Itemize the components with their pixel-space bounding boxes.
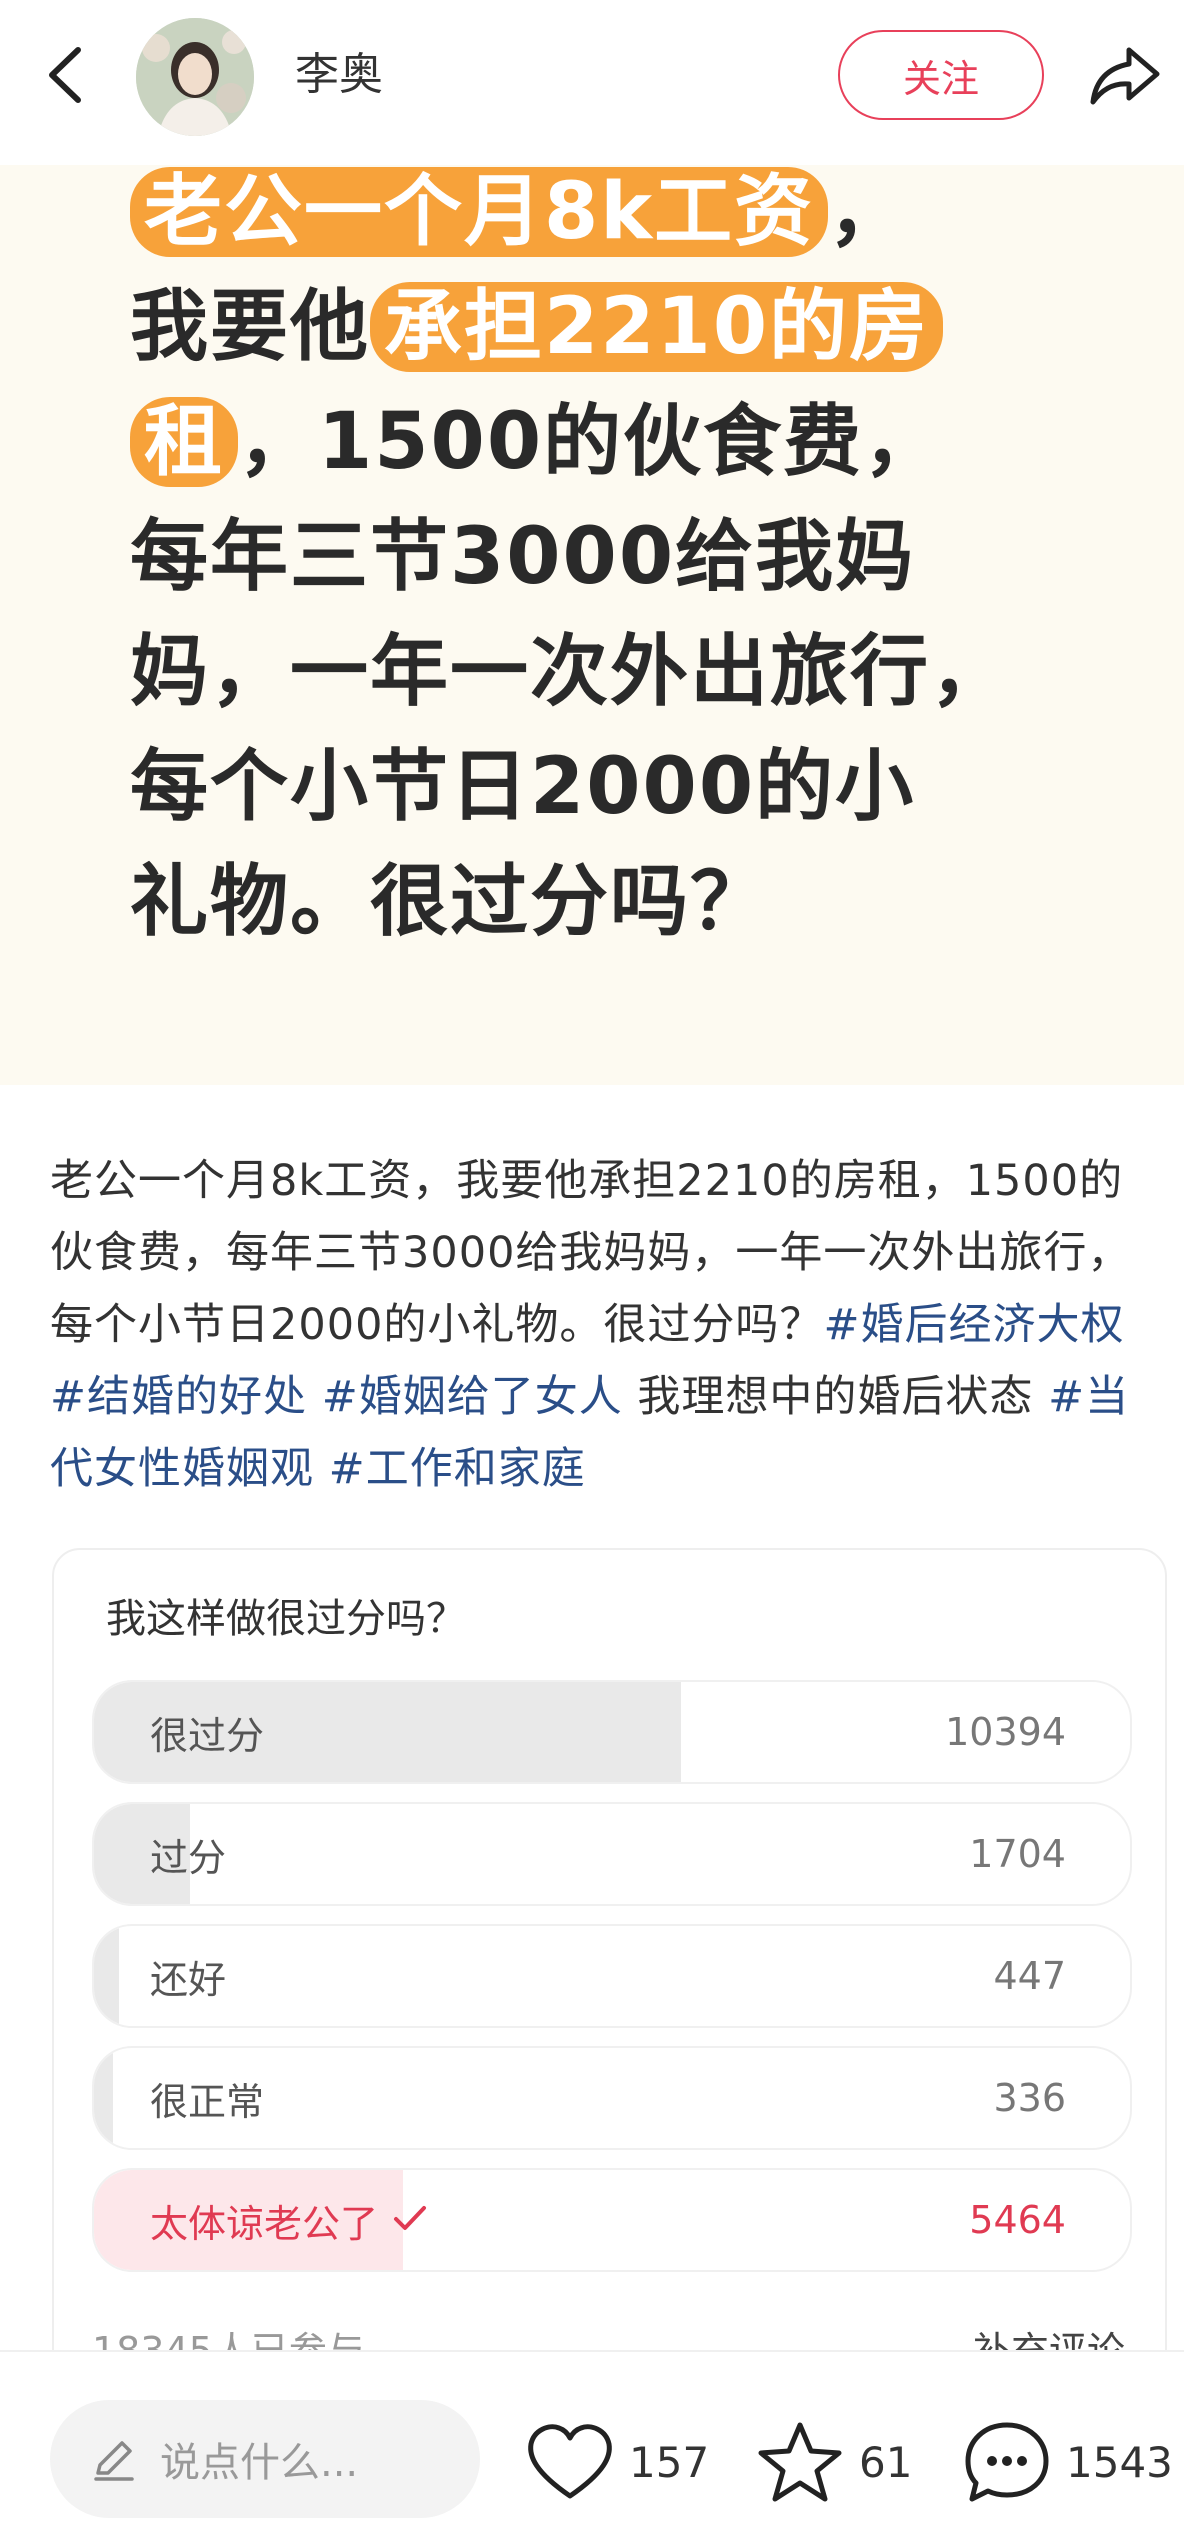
poll-question: 我这样做很过分吗？ bbox=[106, 1596, 466, 1642]
poll-card: 我这样做很过分吗？ 很过分 10394 过分 1704 还好 447 很正常 3… bbox=[52, 1548, 1167, 2388]
star-count: 61 bbox=[859, 2437, 913, 2487]
cover-line: 每年三节3000给我妈 bbox=[130, 512, 916, 602]
comment-input[interactable]: 说点什么... bbox=[50, 2400, 480, 2518]
cover-highlight: 老公一个月8k工资 bbox=[130, 167, 829, 257]
pen-icon bbox=[94, 2441, 134, 2481]
hashtag[interactable]: #结婚的好处 bbox=[50, 1372, 307, 1422]
cover-line: 妈，一年一次外出旅行， bbox=[130, 627, 1011, 717]
poll-option-label: 很正常 bbox=[150, 2079, 265, 2124]
hashtag[interactable]: #婚姻给了女人 bbox=[322, 1372, 623, 1422]
poll-option-label: 过分 bbox=[150, 1835, 227, 1880]
poll-option[interactable]: 还好 447 bbox=[92, 1924, 1132, 2028]
description-text: 我理想中的婚后状态 bbox=[637, 1372, 1034, 1422]
poll-option-text: 太体谅老公了 bbox=[150, 2201, 379, 2246]
cover-line: 我要他 bbox=[130, 282, 371, 372]
cover-line: ， bbox=[828, 167, 909, 257]
heart-icon bbox=[528, 2424, 612, 2499]
check-icon bbox=[392, 2198, 428, 2242]
share-icon[interactable] bbox=[1085, 36, 1165, 116]
bottom-action-bar: 说点什么... 157 61 1543 bbox=[0, 2350, 1184, 2548]
cover-image[interactable]: 老公一个月8k工资， 我要他 承担2210的房 租，1500的伙食费， 每年三节3… bbox=[0, 165, 1184, 1085]
poll-option-label: 还好 bbox=[150, 1957, 227, 2002]
avatar[interactable] bbox=[136, 18, 254, 136]
hashtag[interactable]: #工作和家庭 bbox=[329, 1444, 586, 1494]
poll-option[interactable]: 很过分 10394 bbox=[92, 1680, 1132, 1784]
poll-option-label: 太体谅老公了 bbox=[150, 2170, 428, 2270]
poll-option[interactable]: 过分 1704 bbox=[92, 1802, 1132, 1906]
collect-button[interactable]: 61 bbox=[755, 2412, 912, 2512]
cover-highlight: 承担2210的房 bbox=[370, 282, 944, 372]
poll-option-count: 10394 bbox=[945, 1710, 1066, 1754]
post-description: 老公一个月8k工资，我要他承担2210的房租，1500的伙食费，每年三节3000… bbox=[50, 1145, 1160, 1505]
back-icon[interactable] bbox=[40, 40, 100, 110]
cover-highlight: 租 bbox=[130, 397, 239, 487]
poll-option-bar bbox=[94, 1926, 119, 2026]
poll-option-selected[interactable]: 太体谅老公了 5464 bbox=[92, 2168, 1132, 2272]
star-icon bbox=[758, 2422, 842, 2502]
comment-count: 1543 bbox=[1066, 2437, 1173, 2487]
comment-button[interactable]: 1543 bbox=[962, 2412, 1173, 2512]
comment-icon bbox=[965, 2422, 1049, 2502]
poll-option-count: 336 bbox=[993, 2076, 1066, 2120]
author-name[interactable]: 李奥 bbox=[295, 50, 383, 100]
follow-button[interactable]: 关注 bbox=[838, 30, 1044, 120]
poll-option-count: 5464 bbox=[969, 2198, 1066, 2242]
comment-placeholder: 说点什么... bbox=[160, 2440, 359, 2486]
poll-option-bar bbox=[94, 2048, 113, 2148]
hashtag[interactable]: #婚后经济大权 bbox=[823, 1300, 1124, 1350]
cover-line: ，1500的伙食费， bbox=[238, 397, 944, 487]
header: 李奥 关注 bbox=[0, 0, 1184, 165]
like-count: 157 bbox=[629, 2437, 710, 2487]
cover-line: 每个小节日2000的小 bbox=[130, 742, 916, 832]
poll-option[interactable]: 很正常 336 bbox=[92, 2046, 1132, 2150]
like-button[interactable]: 157 bbox=[525, 2412, 709, 2512]
poll-option-count: 447 bbox=[993, 1954, 1066, 1998]
poll-option-label: 很过分 bbox=[150, 1713, 265, 1758]
poll-option-count: 1704 bbox=[969, 1832, 1066, 1876]
cover-line: 礼物。很过分吗？ bbox=[130, 857, 771, 947]
cover-text: 老公一个月8k工资， 我要他 承担2210的房 租，1500的伙食费， 每年三节3… bbox=[130, 165, 1090, 960]
